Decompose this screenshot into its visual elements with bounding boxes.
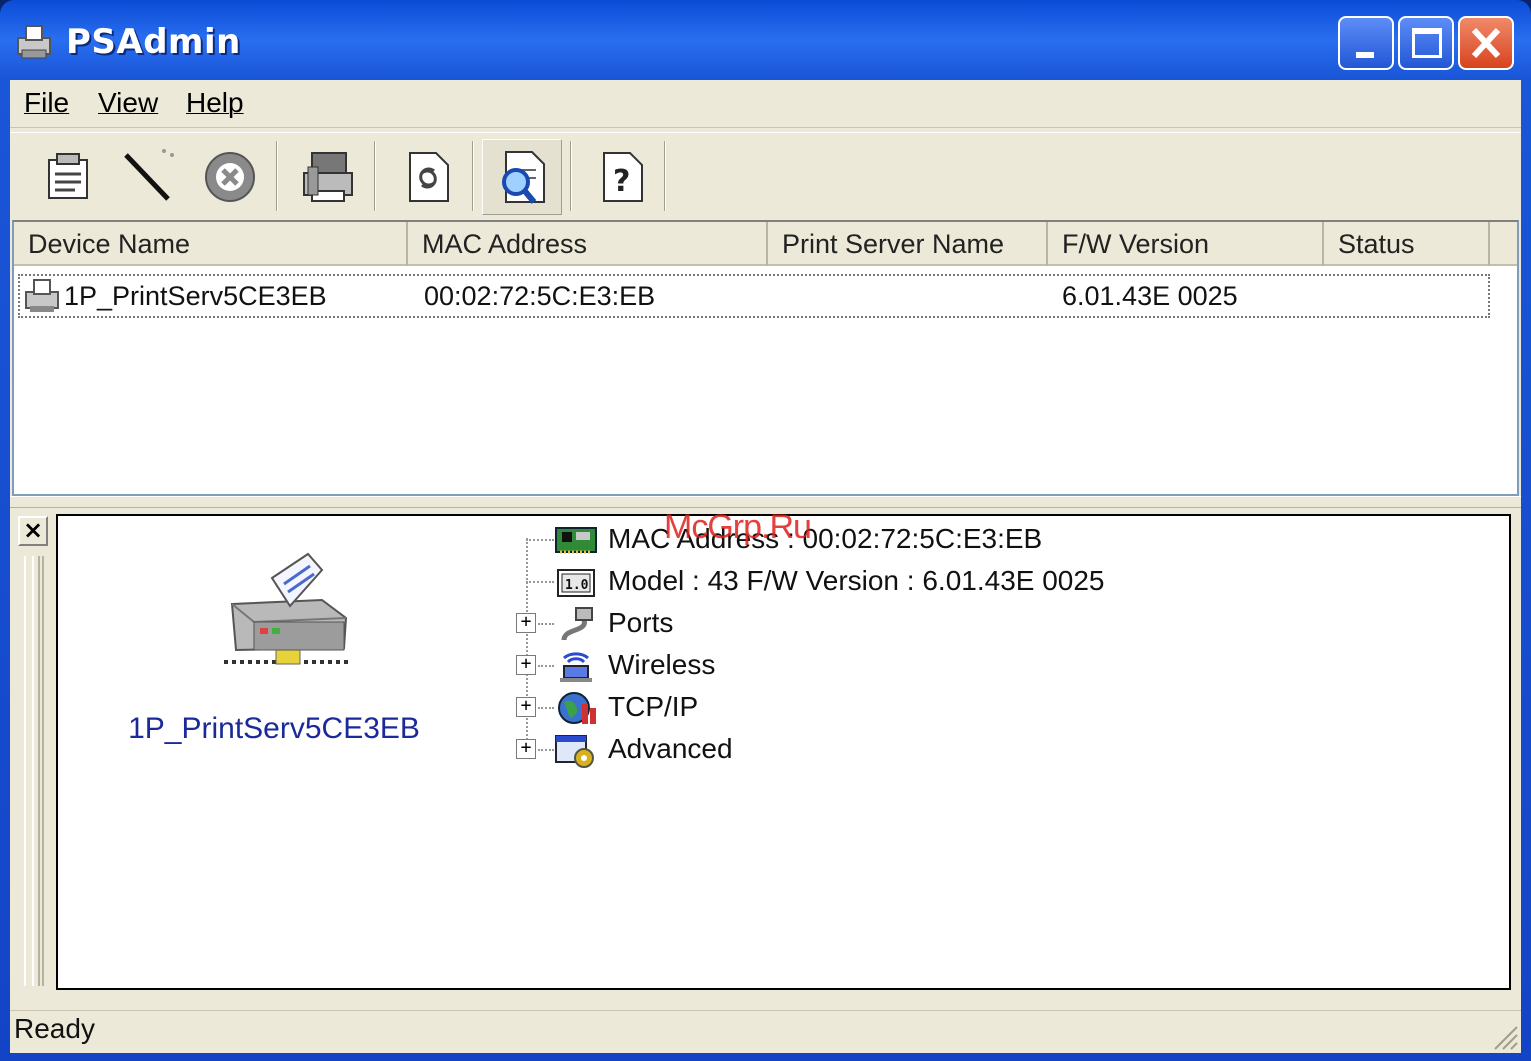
cell-fw-version: 6.01.43E 0025 xyxy=(1062,281,1238,311)
detail-close-button[interactable]: × xyxy=(18,516,48,546)
tree-branch xyxy=(538,623,554,625)
wireless-icon xyxy=(560,652,592,682)
toolbar: ? xyxy=(10,132,1521,218)
column-header-fw-version[interactable]: F/W Version xyxy=(1048,222,1324,266)
tree-label: Wireless xyxy=(608,649,716,680)
status-text: Ready xyxy=(14,1013,95,1044)
expand-toggle[interactable]: + xyxy=(516,655,536,675)
toolbar-separator xyxy=(374,141,376,211)
status-bar: Ready xyxy=(10,1010,1521,1053)
tree-branch xyxy=(538,707,554,709)
tree-node-tcpip[interactable]: + TCP/IP xyxy=(508,686,1408,728)
maximize-button[interactable] xyxy=(1398,16,1454,70)
search-device-icon xyxy=(502,151,545,204)
toolbar-separator xyxy=(664,141,666,211)
tree-branch xyxy=(538,665,554,667)
tree-node-model[interactable]: 1.0 Model : 43 F/W Version : 6.01.43E 00… xyxy=(508,560,1408,602)
tree-label: Model : 43 F/W Version : 6.01.43E 0025 xyxy=(608,565,1105,596)
help-button[interactable]: ? xyxy=(582,139,662,215)
toolbar-separator xyxy=(472,141,474,211)
close-icon xyxy=(1471,27,1501,59)
pane-splitter[interactable] xyxy=(10,496,1521,508)
help-icon: ? xyxy=(603,152,643,202)
svg-text:1.0: 1.0 xyxy=(565,578,589,593)
device-property-tree: MAC Address : 00:02:72:5C:E3:EB 1.0 Mode… xyxy=(508,516,1508,816)
tree-branch xyxy=(526,581,554,583)
expand-toggle[interactable]: + xyxy=(516,613,536,633)
cell-mac-address: 00:02:72:5C:E3:EB xyxy=(424,281,656,311)
column-header-device-name[interactable]: Device Name xyxy=(14,222,408,266)
tree-node-ports[interactable]: + Ports xyxy=(508,602,1408,644)
printer-server-icon xyxy=(303,152,353,202)
expand-toggle[interactable]: + xyxy=(516,739,536,759)
device-caption: 1P_PrintServ5CE3EB xyxy=(128,712,420,745)
tree-node-wireless[interactable]: + Wireless xyxy=(508,644,1408,686)
configure-wand-icon xyxy=(124,149,174,201)
tree-label: Ports xyxy=(608,607,674,638)
maximize-icon xyxy=(1412,28,1442,58)
refresh-icon xyxy=(409,152,449,202)
title-bar[interactable]: PSAdmin xyxy=(0,0,1531,80)
tree-node-advanced[interactable]: + Advanced xyxy=(508,728,1408,770)
firmware-version-icon: 1.0 xyxy=(557,569,595,597)
client-area: File View Help ? Device Name MAC Address… xyxy=(10,80,1521,1053)
list-header: Device Name MAC Address Print Server Nam… xyxy=(14,222,1517,266)
device-list[interactable]: Device Name MAC Address Print Server Nam… xyxy=(12,220,1519,496)
watermark-logo: McGrp.Ru xyxy=(664,508,812,546)
detail-pane-grip[interactable] xyxy=(24,556,44,986)
network-card-icon xyxy=(555,527,597,554)
app-window: PSAdmin File View Help ? Device Name MAC… xyxy=(0,0,1531,1061)
properties-icon xyxy=(48,153,88,199)
table-row[interactable]: 1P_PrintServ5CE3EB 00:02:72:5C:E3:EB 6.0… xyxy=(18,274,1490,318)
menu-view[interactable]: View xyxy=(98,87,158,119)
menu-bar: File View Help xyxy=(10,80,1521,128)
configure-button[interactable] xyxy=(108,139,188,215)
toolbar-separator xyxy=(276,141,278,211)
advanced-icon xyxy=(555,735,594,768)
ports-icon xyxy=(561,607,593,641)
device-printer-icon xyxy=(25,279,59,312)
stop-button[interactable] xyxy=(190,139,270,215)
svg-text:?: ? xyxy=(613,164,630,199)
tree-branch xyxy=(526,539,554,541)
column-header-status[interactable]: Status xyxy=(1324,222,1490,266)
network-printer-icon xyxy=(224,552,352,665)
search-device-button[interactable] xyxy=(482,139,562,215)
properties-button[interactable] xyxy=(28,139,108,215)
resize-grip-icon[interactable] xyxy=(1489,1021,1519,1051)
minimize-button[interactable] xyxy=(1338,16,1394,70)
cell-device-name: 1P_PrintServ5CE3EB xyxy=(64,281,327,311)
device-detail-panel: 1P_PrintServ5CE3EB MAC Address : 00:02:7… xyxy=(56,514,1511,990)
tree-label: TCP/IP xyxy=(608,691,699,722)
toolbar-separator xyxy=(570,141,572,211)
refresh-button[interactable] xyxy=(388,139,468,215)
tcpip-icon xyxy=(558,692,596,724)
close-button[interactable] xyxy=(1458,16,1514,70)
window-title: PSAdmin xyxy=(66,22,241,62)
print-server-button[interactable] xyxy=(288,139,368,215)
tree-label: Advanced xyxy=(608,733,733,764)
tree-node-mac-address[interactable]: MAC Address : 00:02:72:5C:E3:EB xyxy=(508,518,1408,560)
menu-help[interactable]: Help xyxy=(186,87,244,119)
app-printer-icon xyxy=(17,25,51,59)
close-x-icon: × xyxy=(22,516,44,544)
column-header-mac-address[interactable]: MAC Address xyxy=(408,222,768,266)
stop-icon xyxy=(205,152,255,202)
menu-file[interactable]: File xyxy=(24,87,69,119)
expand-toggle[interactable]: + xyxy=(516,697,536,717)
tree-branch xyxy=(538,749,554,751)
minimize-icon xyxy=(1356,52,1374,58)
column-header-print-server-name[interactable]: Print Server Name xyxy=(768,222,1048,266)
